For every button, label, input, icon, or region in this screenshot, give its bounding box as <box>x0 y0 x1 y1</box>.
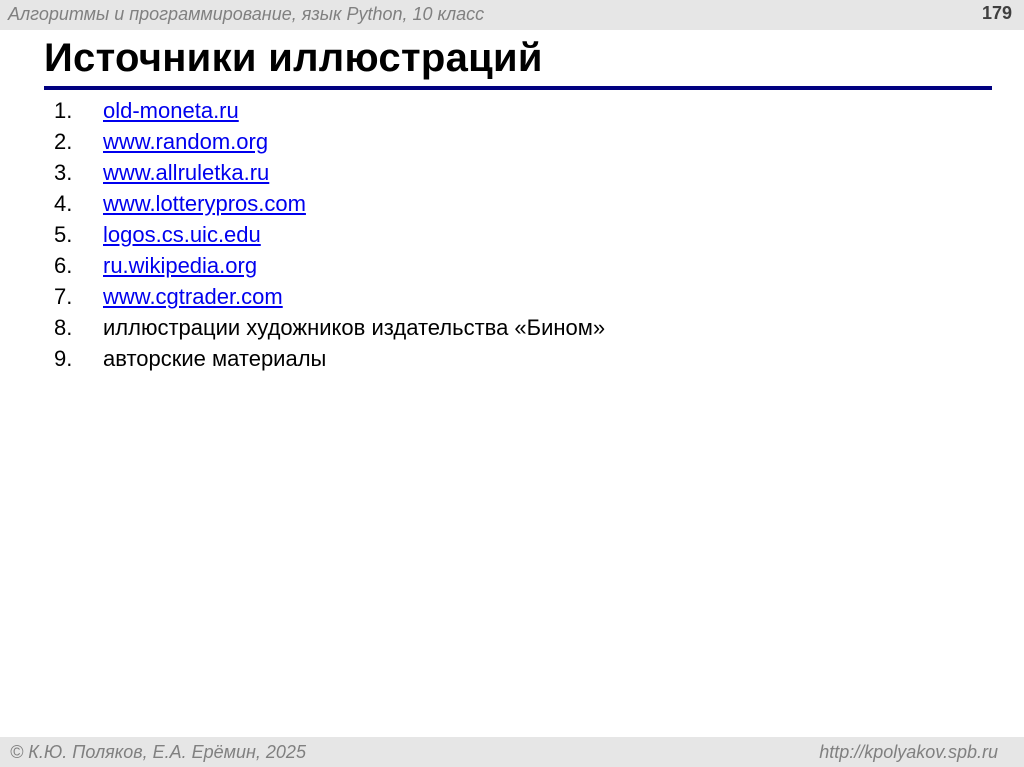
list-item: 4. www.lotterypros.com <box>54 188 605 219</box>
list-item: 8. иллюстрации художников издательства «… <box>54 312 605 343</box>
copyright-text: © К.Ю. Поляков, Е.А. Ерёмин, 2025 <box>10 742 306 762</box>
title-divider <box>44 86 992 90</box>
item-number: 3. <box>54 159 73 185</box>
list-item: 1. old-moneta.ru <box>54 95 605 126</box>
list-item: 2. www.random.org <box>54 126 605 157</box>
footer-bar: © К.Ю. Поляков, Е.А. Ерёмин, 2025 http:/… <box>0 737 1024 767</box>
site-url[interactable]: http://kpolyakov.spb.ru <box>819 742 998 763</box>
list-item: 3. www.allruletka.ru <box>54 157 605 188</box>
item-number: 4. <box>54 190 73 216</box>
source-link[interactable]: www.cgtrader.com <box>103 284 283 310</box>
item-number: 6. <box>54 252 73 278</box>
item-number: 1. <box>54 97 73 123</box>
item-number: 2. <box>54 128 73 154</box>
slide: Алгоритмы и программирование, язык Pytho… <box>0 0 1024 767</box>
source-list: 1. old-moneta.ru 2. www.random.org 3. ww… <box>54 95 605 374</box>
page-number: 179 <box>981 3 1012 23</box>
page-title: Источники иллюстраций <box>44 36 543 80</box>
list-item: 7. www.cgtrader.com <box>54 281 605 312</box>
source-link[interactable]: logos.cs.uic.edu <box>103 222 261 248</box>
list-item: 9. авторские материалы <box>54 343 605 374</box>
source-link[interactable]: ru.wikipedia.org <box>103 253 257 279</box>
item-number: 9. <box>54 345 73 371</box>
source-link[interactable]: old-moneta.ru <box>103 98 239 124</box>
course-title: Алгоритмы и программирование, язык Pytho… <box>8 4 485 24</box>
source-link[interactable]: www.lotterypros.com <box>103 191 306 217</box>
header-bar: Алгоритмы и программирование, язык Pytho… <box>0 0 1024 30</box>
item-number: 5. <box>54 221 73 247</box>
source-text: авторские материалы <box>103 345 327 371</box>
source-text: иллюстрации художников издательства «Бин… <box>103 314 606 340</box>
item-number: 7. <box>54 283 73 309</box>
list-item: 6. ru.wikipedia.org <box>54 250 605 281</box>
source-link[interactable]: www.random.org <box>103 129 268 155</box>
list-item: 5. logos.cs.uic.edu <box>54 219 605 250</box>
item-number: 8. <box>54 314 73 340</box>
source-link[interactable]: www.allruletka.ru <box>103 160 269 186</box>
